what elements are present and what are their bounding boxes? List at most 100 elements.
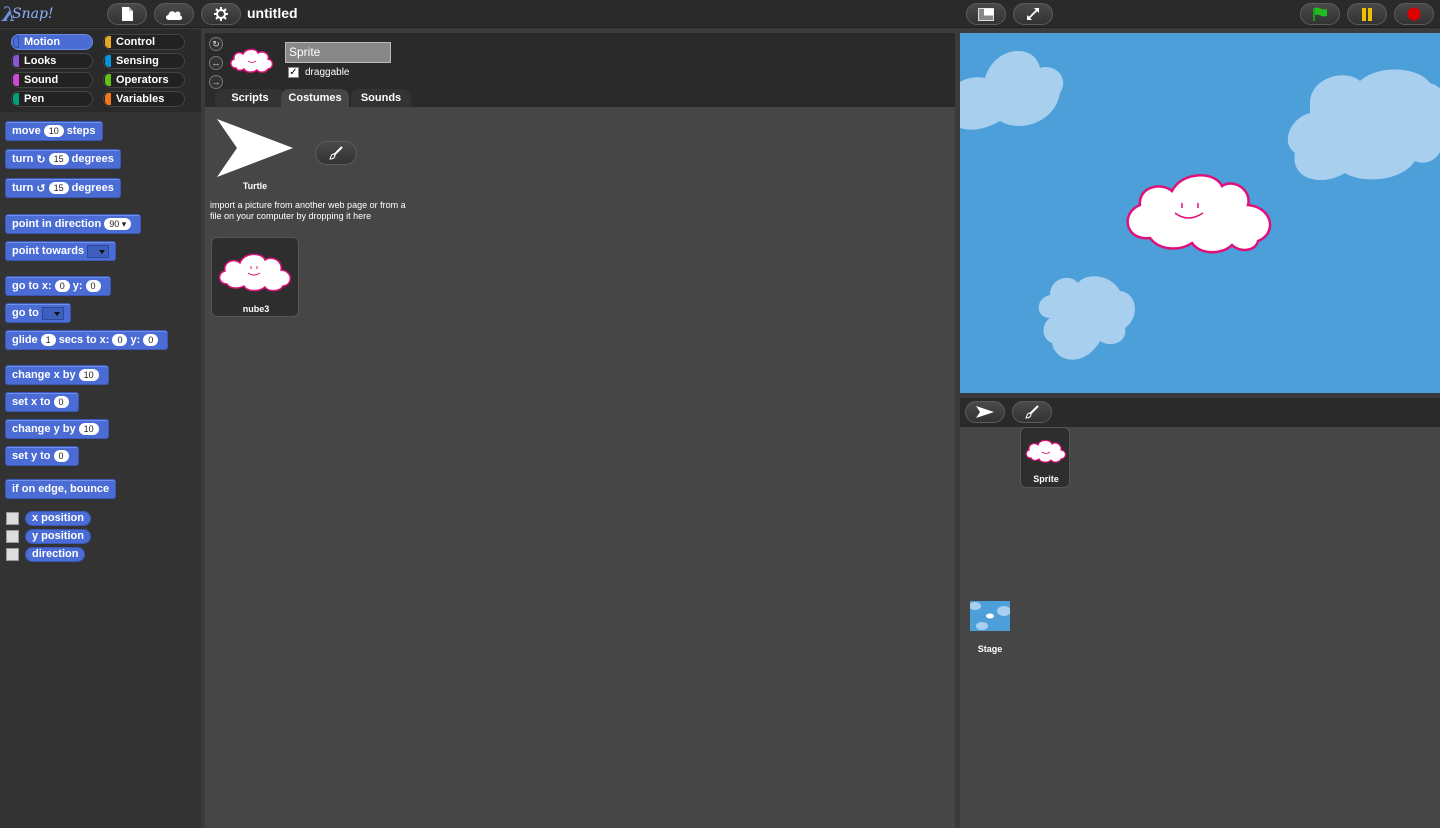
- cloud-button[interactable]: [154, 3, 194, 25]
- direction-watcher-checkbox[interactable]: [6, 548, 19, 561]
- corral-sprite-item[interactable]: Sprite: [1020, 427, 1070, 488]
- fullscreen-icon: [1027, 8, 1039, 20]
- rotate-clockwise-icon: ↻: [36, 153, 46, 166]
- change-y-block[interactable]: change y by 10: [5, 419, 109, 439]
- pen-color-swatch: [13, 93, 19, 105]
- category-operators[interactable]: Operators: [103, 72, 185, 88]
- add-turtle-sprite-button[interactable]: [965, 401, 1005, 423]
- turn-counterclockwise-block[interactable]: turn ↺ 15 degrees: [5, 178, 121, 198]
- sprite-thumbnail: [1025, 439, 1067, 463]
- sprite-name-input[interactable]: Sprite: [285, 42, 391, 63]
- turtle-costume-arrow-icon[interactable]: [215, 117, 295, 179]
- block-text: secs to x:: [58, 334, 110, 346]
- x-input[interactable]: 0: [53, 396, 69, 408]
- stage-size-button[interactable]: [966, 3, 1006, 25]
- bounce-block[interactable]: if on edge, bounce: [5, 479, 117, 499]
- corral-sprite-name: Sprite: [1033, 474, 1059, 484]
- motion-color-swatch: [13, 36, 19, 48]
- sprite-on-stage[interactable]: [1126, 174, 1272, 254]
- draggable-label: draggable: [305, 67, 350, 78]
- sprite-corral-bar: [960, 398, 1440, 427]
- category-control[interactable]: Control: [103, 34, 185, 50]
- paint-new-costume-button[interactable]: [315, 141, 357, 165]
- cloud-icon: [165, 10, 183, 20]
- steps-input[interactable]: 10: [43, 125, 64, 137]
- degrees-input[interactable]: 15: [48, 153, 69, 165]
- control-color-swatch: [105, 36, 111, 48]
- category-sensing[interactable]: Sensing: [103, 53, 185, 69]
- direction-reporter[interactable]: direction: [25, 547, 86, 562]
- go-to-xy-block[interactable]: go to x: 0 y: 0: [5, 276, 111, 296]
- rotate-icon: ↻: [212, 39, 220, 49]
- move-steps-block[interactable]: move 10 steps: [5, 121, 103, 141]
- checkmark-icon: ✓: [289, 67, 298, 78]
- category-motion[interactable]: Motion: [11, 34, 93, 50]
- green-flag-icon: [1313, 7, 1327, 21]
- green-flag-button[interactable]: [1300, 3, 1340, 25]
- snap-ide: λ Snap! untitled Motion Control Looks Se…: [0, 0, 1440, 828]
- secs-input[interactable]: 1: [40, 334, 56, 346]
- category-variables[interactable]: Variables: [103, 91, 185, 107]
- tab-sounds[interactable]: Sounds: [351, 89, 411, 107]
- target-dropdown[interactable]: [41, 306, 64, 320]
- x-input[interactable]: 0: [54, 280, 70, 292]
- block-text: degrees: [71, 182, 114, 194]
- glide-block[interactable]: glide 1 secs to x: 0 y: 0: [5, 330, 169, 350]
- rotation-style-left-right[interactable]: ↔: [209, 56, 223, 70]
- degrees-input[interactable]: 15: [48, 182, 69, 194]
- go-to-block[interactable]: go to: [5, 303, 71, 323]
- change-x-block[interactable]: change x by 10: [5, 365, 109, 385]
- x-position-reporter[interactable]: x position: [25, 511, 91, 526]
- costume-name: nube3: [242, 304, 270, 314]
- block-text: go to: [12, 307, 39, 319]
- block-text: move: [12, 125, 41, 137]
- stage-canvas: [960, 51, 1440, 360]
- x-input[interactable]: 0: [112, 334, 128, 346]
- snap-logo[interactable]: λ Snap!: [2, 2, 54, 26]
- direction-input[interactable]: 90 ▾: [104, 218, 132, 230]
- point-towards-block[interactable]: point towards: [5, 241, 117, 261]
- pause-button[interactable]: [1347, 3, 1387, 25]
- costume-item[interactable]: nube3: [211, 237, 299, 317]
- stop-button[interactable]: [1394, 3, 1434, 25]
- rotation-style-none[interactable]: →: [209, 75, 223, 89]
- fullscreen-button[interactable]: [1013, 3, 1053, 25]
- top-bar: λ Snap! untitled: [0, 0, 1440, 28]
- variables-color-swatch: [105, 93, 111, 105]
- project-menu-button[interactable]: [107, 3, 147, 25]
- x-position-watcher-checkbox[interactable]: [6, 512, 19, 525]
- set-y-block[interactable]: set y to 0: [5, 446, 79, 466]
- sound-color-swatch: [13, 74, 19, 86]
- tab-scripts[interactable]: Scripts: [215, 89, 285, 107]
- y-input[interactable]: 0: [85, 280, 101, 292]
- sprite-corral: Sprite Stage: [960, 427, 1440, 828]
- block-text: change x by: [12, 369, 76, 381]
- category-looks[interactable]: Looks: [11, 53, 93, 69]
- paintbrush-icon: [329, 146, 343, 160]
- category-sound[interactable]: Sound: [11, 72, 93, 88]
- y-input[interactable]: 0: [143, 334, 159, 346]
- rotation-style-can-rotate[interactable]: ↻: [209, 37, 223, 51]
- block-text: change y by: [12, 423, 76, 435]
- y-position-watcher-checkbox[interactable]: [6, 530, 19, 543]
- point-in-direction-block[interactable]: point in direction 90 ▾: [5, 214, 142, 234]
- y-input[interactable]: 0: [53, 450, 69, 462]
- turn-clockwise-block[interactable]: turn ↻ 15 degrees: [5, 149, 121, 169]
- arrow-right-icon: →: [211, 77, 221, 87]
- stage-thumbnail[interactable]: [969, 601, 1011, 631]
- x-delta-input[interactable]: 10: [78, 369, 99, 381]
- stage[interactable]: [960, 33, 1440, 393]
- category-pen[interactable]: Pen: [11, 91, 93, 107]
- y-position-reporter[interactable]: y position: [25, 529, 91, 544]
- import-hint-text: import a picture from another web page o…: [210, 200, 406, 221]
- paint-new-sprite-button[interactable]: [1012, 401, 1052, 423]
- draggable-checkbox[interactable]: ✓: [288, 67, 299, 78]
- tab-costumes[interactable]: Costumes: [281, 89, 349, 107]
- settings-button[interactable]: [201, 3, 241, 25]
- block-text: point in direction: [12, 218, 102, 230]
- category-label: Operators: [116, 74, 169, 86]
- looks-color-swatch: [13, 55, 19, 67]
- target-dropdown[interactable]: [87, 244, 110, 258]
- set-x-block[interactable]: set x to 0: [5, 392, 79, 412]
- y-delta-input[interactable]: 10: [78, 423, 99, 435]
